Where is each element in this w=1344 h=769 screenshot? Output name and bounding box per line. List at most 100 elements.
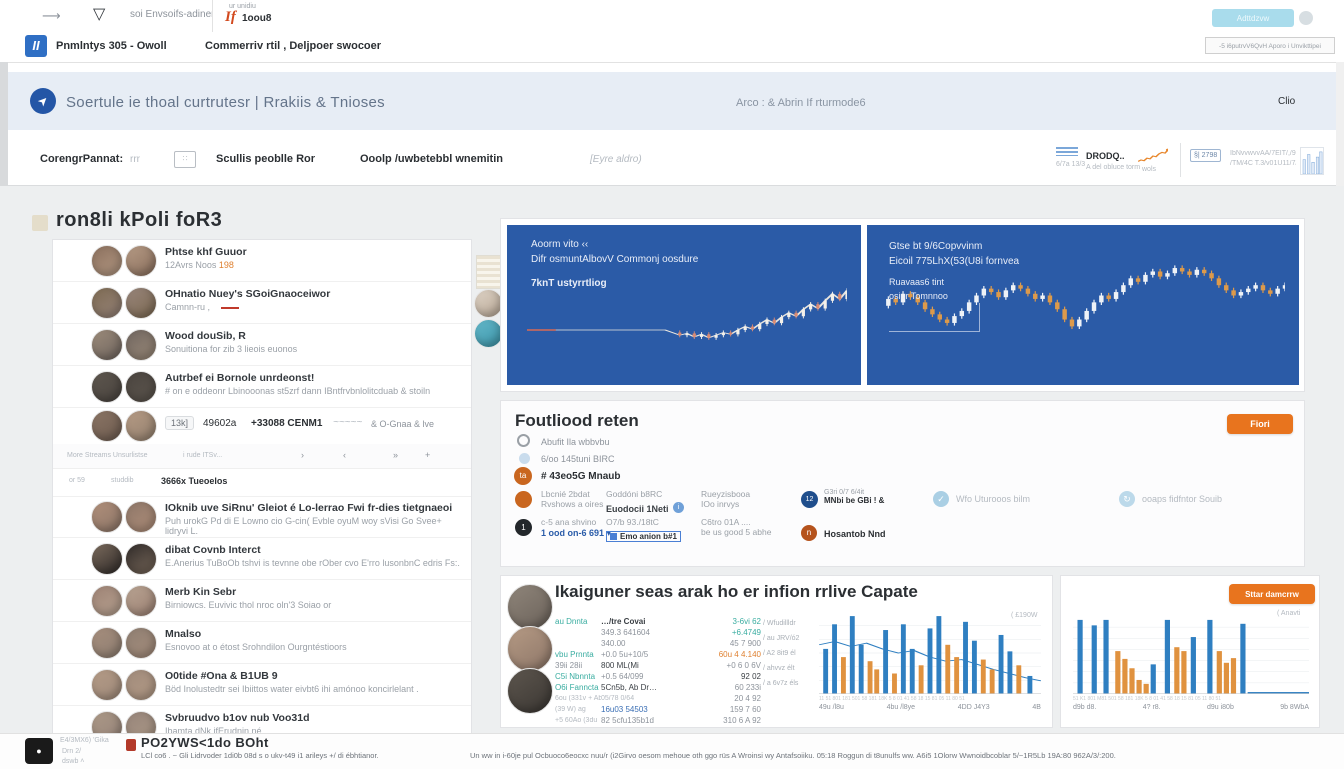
filter-funnel-icon[interactable]: ▽ bbox=[93, 4, 105, 24]
market-panel-1[interactable]: Aoorm vito ‹‹ Difr osmuntAlbovV Commonj … bbox=[507, 225, 861, 385]
panel-title-icon bbox=[32, 215, 48, 231]
avatar[interactable] bbox=[474, 319, 503, 348]
nav-item-4[interactable]: [Eyre aldro) bbox=[590, 154, 642, 165]
featured-item-3[interactable]: # 43eo5G Mnaub bbox=[541, 471, 620, 482]
quote-row[interactable]: 349.3 641604+6.4749 bbox=[555, 627, 761, 638]
avatar bbox=[91, 669, 123, 701]
back-arrow-icon[interactable]: ⟶ bbox=[42, 8, 61, 24]
rate-cell[interactable]: G3ri 0/7 6/4it MNbi be GBi ! & bbox=[824, 489, 884, 505]
rate-cell[interactable]: c-5 ana shvino 1 ood on-6 691 ▾ bbox=[541, 517, 611, 539]
person-row[interactable]: Wood douSib, RSonuitiona for zib 3 lieoi… bbox=[53, 324, 471, 366]
header-clip-link[interactable]: Clio bbox=[1278, 96, 1295, 107]
quote-row[interactable]: +5 60Ao (3du82 5cfu135b1d310 6 A 92 bbox=[555, 715, 761, 726]
nav-item-3[interactable]: Ooolp /uwbetebbl wnemitin bbox=[360, 153, 503, 165]
stat-c[interactable]: 3666x Tueoelos bbox=[161, 476, 227, 486]
stats-chips-row[interactable]: 13k] 49602a +33088 CENM1 ~~~~~ & O-Gnaa … bbox=[53, 406, 472, 445]
market-widget-1[interactable]: 6/7a 13/3 DRODQ.. A del obluce torm wols bbox=[1056, 145, 1174, 177]
person-row[interactable]: Phtse khf Guuor12Avrs Noos 198 bbox=[53, 240, 471, 282]
quote-row[interactable]: 340.0045 7 900 bbox=[555, 638, 761, 649]
featured-item-1[interactable]: Abufit Ila wbbvbu bbox=[541, 437, 610, 447]
quote-row[interactable]: O6i Fanncta5Cn5b, Ab Dr…60 233i bbox=[555, 682, 761, 693]
pager-last-icon[interactable]: » bbox=[393, 450, 398, 460]
record-button-icon[interactable]: ● bbox=[25, 738, 53, 764]
grid-view-icon[interactable]: ∷ bbox=[174, 151, 196, 168]
avatar[interactable] bbox=[474, 289, 503, 318]
rate-cell[interactable]: Rueyzisbooa IOo inrvys bbox=[701, 489, 750, 509]
tab-logo-icon: If bbox=[225, 9, 236, 26]
nav-item-2[interactable]: Scullis peoblle Ror bbox=[216, 153, 315, 165]
rate-value: Euodocii 1Neti bbox=[606, 504, 669, 514]
footer-pre-label: E4/3MX6) 'Gika bbox=[60, 737, 109, 744]
series-label: / ahvvz élt bbox=[763, 665, 823, 680]
selected-rate-box[interactable]: Emo anion b#1 bbox=[606, 531, 681, 542]
person-row[interactable]: ▪O0tide #Ona & B1UB 9Böd Inolustedtr sei… bbox=[53, 664, 472, 706]
pager-prev-icon[interactable]: › bbox=[301, 450, 304, 460]
quote-value: 340.00 bbox=[601, 639, 705, 648]
red-dash bbox=[221, 307, 239, 309]
person-row[interactable]: ▪IOknib uve SiRnu' Gleiot é Lo-lerrao Fw… bbox=[53, 496, 472, 538]
browser-tab[interactable]: ur unidiu If 1oou8 bbox=[212, 0, 503, 32]
nav-item-1[interactable]: CorengrPannat: bbox=[40, 153, 123, 165]
orange-badge-icon: ta bbox=[514, 467, 532, 485]
market-widget-2[interactable]: §| 2798 IbNvvwvvAA/7EIT/,/9336 /TM/4C T.… bbox=[1190, 145, 1324, 177]
report-action-button[interactable]: Sttar damcrrw bbox=[1229, 584, 1315, 604]
quote-row[interactable]: C5i Nbnnta+0.5 64/09992 02 bbox=[555, 671, 761, 682]
featured-link-1[interactable]: Wfo Uturooos bilm bbox=[956, 494, 1030, 504]
quote-label: 39ii 28ii bbox=[555, 661, 601, 670]
avatar bbox=[125, 287, 157, 319]
subscribe-button[interactable]: Adttdzvw bbox=[1212, 9, 1294, 27]
market-panels-card: Aoorm vito ‹‹ Difr osmuntAlbovV Commonj … bbox=[500, 218, 1305, 392]
blue-square-icon bbox=[610, 533, 617, 540]
count-chip[interactable]: 13k] bbox=[165, 416, 194, 430]
quote-row[interactable]: 39ii 28ii800 ML(Mi+0 6 0 6V bbox=[555, 660, 761, 671]
person-row[interactable]: ▪dibat Covnb InterctE.Anerius TuBoOb tsh… bbox=[53, 538, 472, 580]
person-row[interactable]: ▪MnalsoEsnovoo at o étost Srohndilon Our… bbox=[53, 622, 472, 664]
x-axis-labels: 49u /l8u4bu /l8ye4DD J4Y34B bbox=[819, 704, 1041, 711]
count-value-2: +33088 CENM1 bbox=[251, 418, 322, 429]
person-name: OHnatio Nuey's SGoiGnaoceiwor bbox=[165, 288, 461, 300]
brand-logo-icon[interactable]: II bbox=[25, 35, 47, 57]
subtoolbar-label[interactable]: More Streams Unsurlistse bbox=[67, 452, 148, 459]
person-subtitle: Sonuitiona for zib 3 lieois euonos bbox=[165, 344, 461, 354]
stat-a[interactable]: or 59 bbox=[69, 477, 85, 484]
quote-row[interactable]: (39 W) ag16u03 54503159 7 60 bbox=[555, 704, 761, 715]
featured-item-4[interactable]: Hosantob Nnd bbox=[824, 529, 886, 539]
rate-cell[interactable]: Lbcnié 2bdat Rvshows a oires bbox=[541, 489, 603, 509]
account-avatar[interactable] bbox=[1299, 11, 1313, 25]
pager-next-icon[interactable]: ‹ bbox=[343, 450, 346, 460]
person-row[interactable]: ▪OHnatio Nuey's SGoiGnaoceiworCamnn-ru , bbox=[53, 282, 471, 324]
person-subtitle: 12Avrs Noos 198 bbox=[165, 260, 461, 270]
avatar bbox=[125, 669, 157, 701]
quote-row[interactable]: 6ou (331v + Abdu05/78 0/6420 4 92 bbox=[555, 693, 761, 704]
report-chart-card: Sttar damcrrw ( Anavti 51 K1 801 M81 501… bbox=[1060, 575, 1320, 728]
avatar bbox=[507, 626, 553, 672]
featured-link-2[interactable]: ooaps fidfntor Souib bbox=[1142, 494, 1222, 504]
rate-cell[interactable]: C6tro 01A .... be us good 5 abhe bbox=[701, 517, 771, 537]
list-stats-row: or 59 studdib 3666x Tueoelos bbox=[53, 468, 472, 497]
featured-item-2[interactable]: 6/oo 145tuni BIRC bbox=[541, 454, 615, 464]
person-name: Svbruudvo b1ov nub Voo31d bbox=[165, 712, 461, 724]
thumbnail-image[interactable] bbox=[476, 255, 502, 289]
rate-cell[interactable]: Goddóni b8RC Euodocii 1Neti i bbox=[606, 489, 684, 517]
quote-row[interactable]: vbu Prnnta+0.0 5u+10/560u 4 4.140 bbox=[555, 649, 761, 660]
avatar bbox=[125, 543, 157, 575]
market-panel-2[interactable]: Gtse bt 9/6Copvvinm Eicoil 775LhX(53(U8i… bbox=[867, 225, 1299, 385]
footer-left-small-2[interactable]: dswb ˄ bbox=[62, 758, 84, 765]
quote-row[interactable]: au Dnnta…/tre Covai3-6vi 62 bbox=[555, 616, 761, 627]
brand-note[interactable]: -5 i6putrvV6QvH Aporo i Unvikttipei bbox=[1205, 37, 1335, 54]
ticker-title: DRODQ.. bbox=[1086, 151, 1125, 161]
person-row[interactable]: ▪Autrbef ei Bornole unrdeonst!# on e odd… bbox=[53, 366, 471, 408]
ticker-tag: wols bbox=[1142, 166, 1156, 173]
featured-action-button[interactable]: Fiori bbox=[1227, 414, 1293, 434]
site-logo-icon[interactable]: ➤ bbox=[30, 88, 56, 114]
subtoolbar-mid[interactable]: i rude ITSv... bbox=[183, 452, 222, 459]
quote-label: +5 60Ao (3du bbox=[555, 717, 601, 724]
stat-b[interactable]: studdib bbox=[111, 477, 134, 484]
panel1-line2: Difr osmuntAlbovV Commonj oosdure bbox=[531, 254, 698, 265]
person-row[interactable]: ▪Merb Kin SebrBirniowcs. Euvivic thol nr… bbox=[53, 580, 472, 622]
header-right-links[interactable]: Arco : & Abrin If rturmode6 bbox=[736, 97, 866, 109]
pager-add-icon[interactable]: + bbox=[425, 450, 430, 460]
people-panel-title: ron8li kPoli foR3 bbox=[56, 209, 222, 232]
rate-cell[interactable]: O7/b 93./18tC Emo anion b#1 bbox=[606, 517, 681, 545]
brand-title[interactable]: Pnmlntys 305 - Owoll bbox=[56, 40, 167, 52]
